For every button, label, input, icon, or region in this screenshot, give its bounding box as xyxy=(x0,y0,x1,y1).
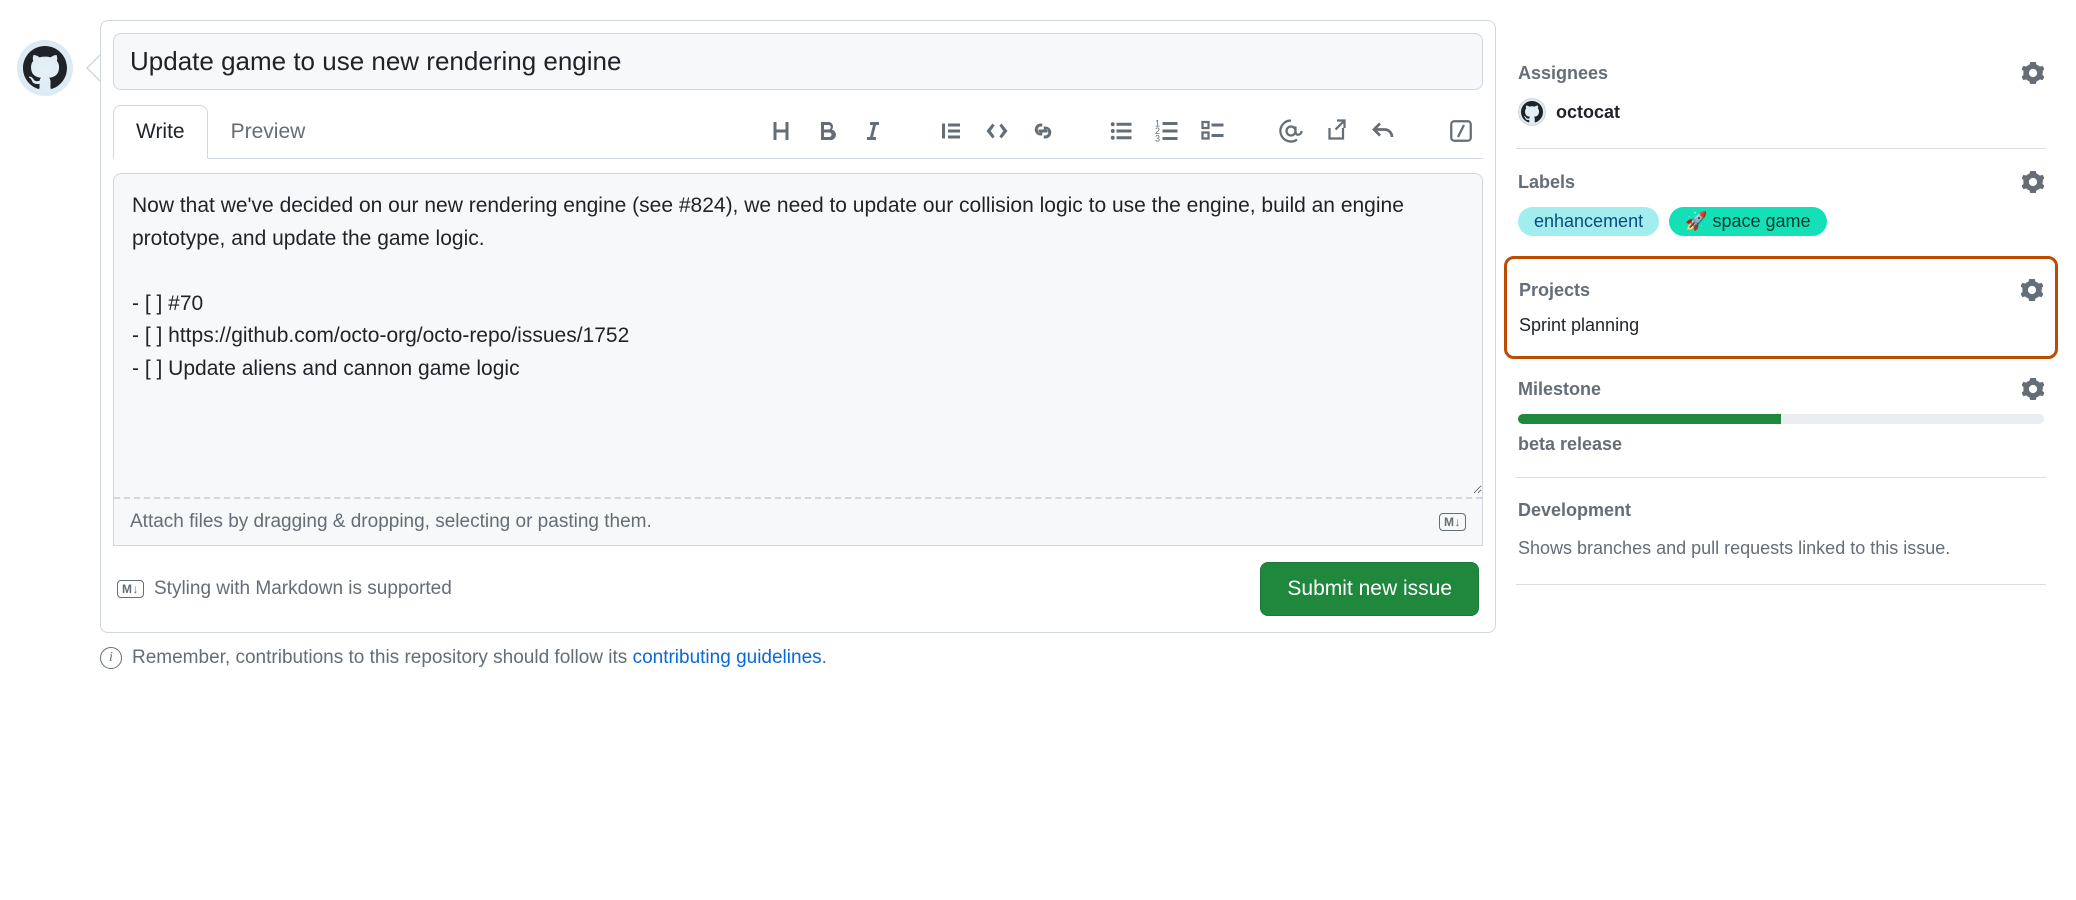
tab-write-label: Write xyxy=(136,120,185,143)
project-name[interactable]: Sprint planning xyxy=(1519,315,1639,335)
md-toolbar: 123 xyxy=(769,119,1483,143)
markdown-badge-icon: M↓ xyxy=(117,580,144,598)
milestone-progress-bar xyxy=(1518,414,2044,424)
link-icon[interactable] xyxy=(1031,119,1055,143)
tab-preview[interactable]: Preview xyxy=(208,105,329,159)
issue-form-column: Write Preview 123 xyxy=(100,20,1496,880)
labels-container: enhancement 🚀 space game xyxy=(1518,207,2044,236)
author-avatar-column xyxy=(10,20,80,880)
info-icon: i xyxy=(100,647,122,669)
slash-commands-icon[interactable] xyxy=(1449,119,1473,143)
ordered-list-icon[interactable]: 123 xyxy=(1155,119,1179,143)
label-pill[interactable]: 🚀 space game xyxy=(1669,207,1826,236)
cross-reference-icon[interactable] xyxy=(1325,119,1349,143)
guidelines-suffix: . xyxy=(822,647,827,668)
issue-title-input[interactable] xyxy=(113,33,1483,90)
assignee-username: octocat xyxy=(1556,102,1620,123)
italic-icon[interactable] xyxy=(861,119,885,143)
reply-icon[interactable] xyxy=(1371,119,1395,143)
contributing-guidelines-link[interactable]: contributing guidelines xyxy=(633,647,822,668)
attach-hint: Attach files by dragging & dropping, sel… xyxy=(130,511,652,533)
development-text: Shows branches and pull requests linked … xyxy=(1518,535,2044,562)
gear-icon[interactable] xyxy=(2021,279,2043,301)
gear-icon[interactable] xyxy=(2022,171,2044,193)
tab-preview-label: Preview xyxy=(231,120,306,143)
contributing-guidelines-row: i Remember, contributions to this reposi… xyxy=(100,647,1496,669)
issue-sidebar: Assignees octocat Labels enhancement 🚀 sp… xyxy=(1516,20,2046,880)
speech-caret-icon xyxy=(86,54,100,82)
assignees-section: Assignees octocat xyxy=(1516,40,2046,149)
form-footer: M↓ Styling with Markdown is supported Su… xyxy=(113,546,1483,620)
assignees-title: Assignees xyxy=(1518,63,1608,84)
quote-icon[interactable] xyxy=(939,119,963,143)
attach-row[interactable]: Attach files by dragging & dropping, sel… xyxy=(114,497,1482,545)
svg-text:3: 3 xyxy=(1155,134,1160,144)
gear-icon[interactable] xyxy=(2022,62,2044,84)
guidelines-prefix: Remember, contributions to this reposito… xyxy=(132,647,633,668)
milestone-title: Milestone xyxy=(1518,379,1601,400)
editor-tab-row: Write Preview 123 xyxy=(113,104,1483,159)
octocat-icon xyxy=(23,46,67,90)
unordered-list-icon[interactable] xyxy=(1109,119,1133,143)
projects-title: Projects xyxy=(1519,280,1590,301)
markdown-badge-icon[interactable]: M↓ xyxy=(1439,513,1466,531)
assignee-avatar xyxy=(1518,98,1546,126)
mention-icon[interactable] xyxy=(1279,119,1303,143)
development-title: Development xyxy=(1518,500,1631,521)
issue-body-wrap: Attach files by dragging & dropping, sel… xyxy=(113,173,1483,546)
octocat-icon xyxy=(1521,101,1543,123)
issue-form-box: Write Preview 123 xyxy=(100,20,1496,633)
markdown-supported-text: Styling with Markdown is supported xyxy=(154,578,452,600)
milestone-progress-fill xyxy=(1518,414,1781,424)
tab-write[interactable]: Write xyxy=(113,105,208,159)
task-list-icon[interactable] xyxy=(1201,119,1225,143)
issue-body-textarea[interactable] xyxy=(114,174,1482,494)
bold-icon[interactable] xyxy=(815,119,839,143)
author-avatar xyxy=(17,40,73,96)
label-pill[interactable]: enhancement xyxy=(1518,207,1659,236)
projects-section: Projects Sprint planning xyxy=(1504,256,2058,359)
assignee-row[interactable]: octocat xyxy=(1518,98,2044,126)
milestone-section: Milestone beta release xyxy=(1516,356,2046,478)
milestone-name[interactable]: beta release xyxy=(1518,434,2044,455)
new-issue-page: Write Preview 123 xyxy=(0,0,2076,900)
labels-section: Labels enhancement 🚀 space game xyxy=(1516,149,2046,259)
development-section: Development Shows branches and pull requ… xyxy=(1516,478,2046,585)
labels-title: Labels xyxy=(1518,172,1575,193)
gear-icon[interactable] xyxy=(2022,378,2044,400)
heading-icon[interactable] xyxy=(769,119,793,143)
code-icon[interactable] xyxy=(985,119,1009,143)
submit-issue-button[interactable]: Submit new issue xyxy=(1260,562,1479,616)
